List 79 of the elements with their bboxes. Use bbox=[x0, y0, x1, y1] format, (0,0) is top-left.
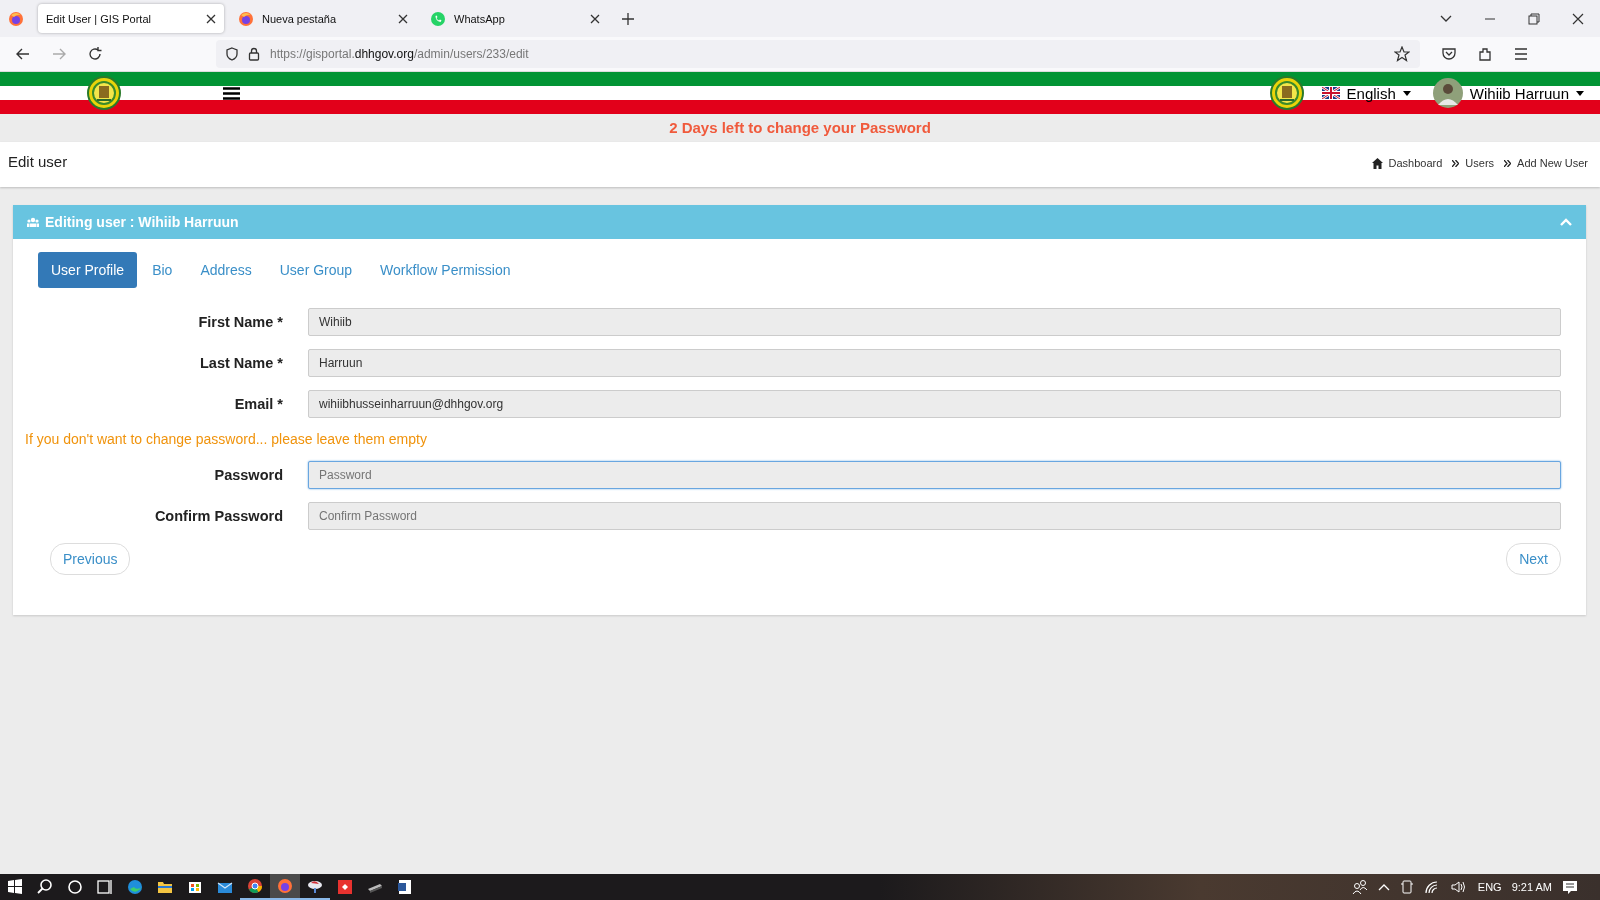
caret-icon bbox=[1402, 90, 1411, 96]
restore-icon[interactable] bbox=[1528, 12, 1540, 25]
breadcrumb-link[interactable]: Users bbox=[1465, 157, 1495, 169]
chevron-up-icon[interactable] bbox=[1377, 883, 1390, 891]
close-icon[interactable] bbox=[590, 13, 600, 24]
task-view-icon bbox=[96, 878, 114, 896]
document-icon bbox=[396, 878, 414, 896]
browser-icon bbox=[238, 10, 254, 27]
double-chevron-icon bbox=[1452, 159, 1460, 167]
input-field[interactable]: Confirm Password bbox=[308, 502, 1561, 530]
device-icon[interactable] bbox=[1399, 879, 1414, 895]
field-label: Password bbox=[213, 467, 283, 483]
close-icon[interactable] bbox=[398, 13, 408, 24]
form-tab[interactable]: Workflow Permission bbox=[367, 252, 524, 288]
close-icon[interactable] bbox=[1572, 12, 1584, 25]
shield-icon bbox=[226, 47, 238, 61]
browser-tab[interactable]: Edit User | GIS Portal bbox=[38, 4, 224, 33]
next-button[interactable]: Next bbox=[1506, 543, 1561, 575]
tab-title: Nueva pestaña bbox=[262, 12, 337, 25]
back-icon[interactable] bbox=[16, 48, 30, 60]
star-icon[interactable] bbox=[1394, 46, 1410, 62]
pocket-icon[interactable] bbox=[1442, 47, 1456, 61]
form-tab[interactable]: User Profile bbox=[38, 252, 138, 288]
close-icon[interactable] bbox=[206, 13, 216, 24]
browser-tab[interactable]: Nueva pestaña bbox=[230, 4, 416, 33]
language-menu[interactable]: English bbox=[1317, 79, 1415, 107]
url-text: https://gisportal.dhhgov.org/admin/users/233/edit bbox=[270, 47, 529, 61]
form-tab[interactable]: User Group bbox=[266, 252, 366, 288]
user-menu[interactable]: Wihiib Harruun bbox=[1428, 79, 1588, 107]
field-label: Confirm Password bbox=[153, 508, 283, 524]
flag-icon bbox=[1321, 87, 1340, 99]
previous-button[interactable]: Previous bbox=[50, 543, 131, 575]
browser-icon bbox=[276, 877, 294, 895]
address-bar[interactable]: https://gisportal.dhhgov.org/admin/users/233/edit bbox=[216, 40, 1420, 68]
chevron-down-icon[interactable] bbox=[1440, 14, 1452, 23]
breadcrumb-link[interactable]: Dashboard bbox=[1388, 157, 1443, 169]
browser-icon[interactable] bbox=[8, 10, 24, 27]
circle-icon bbox=[66, 878, 84, 896]
field-label: Last Name * bbox=[199, 355, 283, 371]
users-icon bbox=[27, 217, 39, 227]
input-field[interactable]: Password bbox=[308, 461, 1561, 489]
notification-icon[interactable] bbox=[1562, 879, 1578, 895]
hint-text: If you don't want to change password... please leave them empty bbox=[25, 431, 428, 447]
language-indicator[interactable]: ENG bbox=[1477, 881, 1502, 893]
people-icon[interactable] bbox=[1351, 879, 1368, 895]
puzzle-icon[interactable] bbox=[1478, 47, 1492, 61]
plus-icon[interactable] bbox=[622, 12, 634, 25]
caret-icon bbox=[1576, 90, 1584, 96]
input-field[interactable]: wihiibhusseinharruun@dhhgov.org bbox=[308, 390, 1561, 418]
windows-icon bbox=[6, 878, 24, 896]
emblem-icon bbox=[1269, 76, 1304, 110]
form-tab[interactable]: Address bbox=[187, 252, 265, 288]
reload-icon[interactable] bbox=[88, 47, 102, 61]
wifi-icon[interactable] bbox=[1423, 880, 1440, 894]
browser-icon bbox=[126, 878, 144, 896]
field-label: Email * bbox=[233, 396, 283, 412]
clock[interactable]: 9:21 AM bbox=[1511, 881, 1552, 893]
tab-title: WhatsApp bbox=[454, 12, 506, 25]
emblem-icon[interactable] bbox=[87, 76, 121, 110]
speaker-icon[interactable] bbox=[1449, 880, 1468, 894]
browser-icon bbox=[246, 877, 264, 895]
panel-title: Editing user : Wihiib Harruun bbox=[45, 214, 239, 230]
home-icon bbox=[1371, 157, 1383, 169]
avatar-icon bbox=[1432, 78, 1463, 108]
lock-icon bbox=[248, 47, 260, 61]
double-chevron-icon bbox=[1504, 159, 1512, 167]
breadcrumb-link[interactable]: Add New User bbox=[1517, 157, 1588, 169]
page-title: Edit user bbox=[8, 152, 68, 172]
password-warning: 2 Days left to change your Password bbox=[668, 118, 932, 138]
field-label: First Name * bbox=[197, 314, 283, 330]
app-icon bbox=[336, 878, 354, 896]
search-icon bbox=[36, 878, 54, 896]
browser-tab[interactable]: WhatsApp bbox=[422, 4, 608, 33]
form-tab[interactable]: Bio bbox=[139, 252, 186, 288]
tab-title: Edit User | GIS Portal bbox=[46, 12, 152, 25]
menu-icon[interactable] bbox=[223, 86, 240, 100]
chat-icon bbox=[430, 10, 446, 27]
input-field[interactable]: Wihiib bbox=[308, 308, 1561, 336]
input-field[interactable]: Harruun bbox=[308, 349, 1561, 377]
